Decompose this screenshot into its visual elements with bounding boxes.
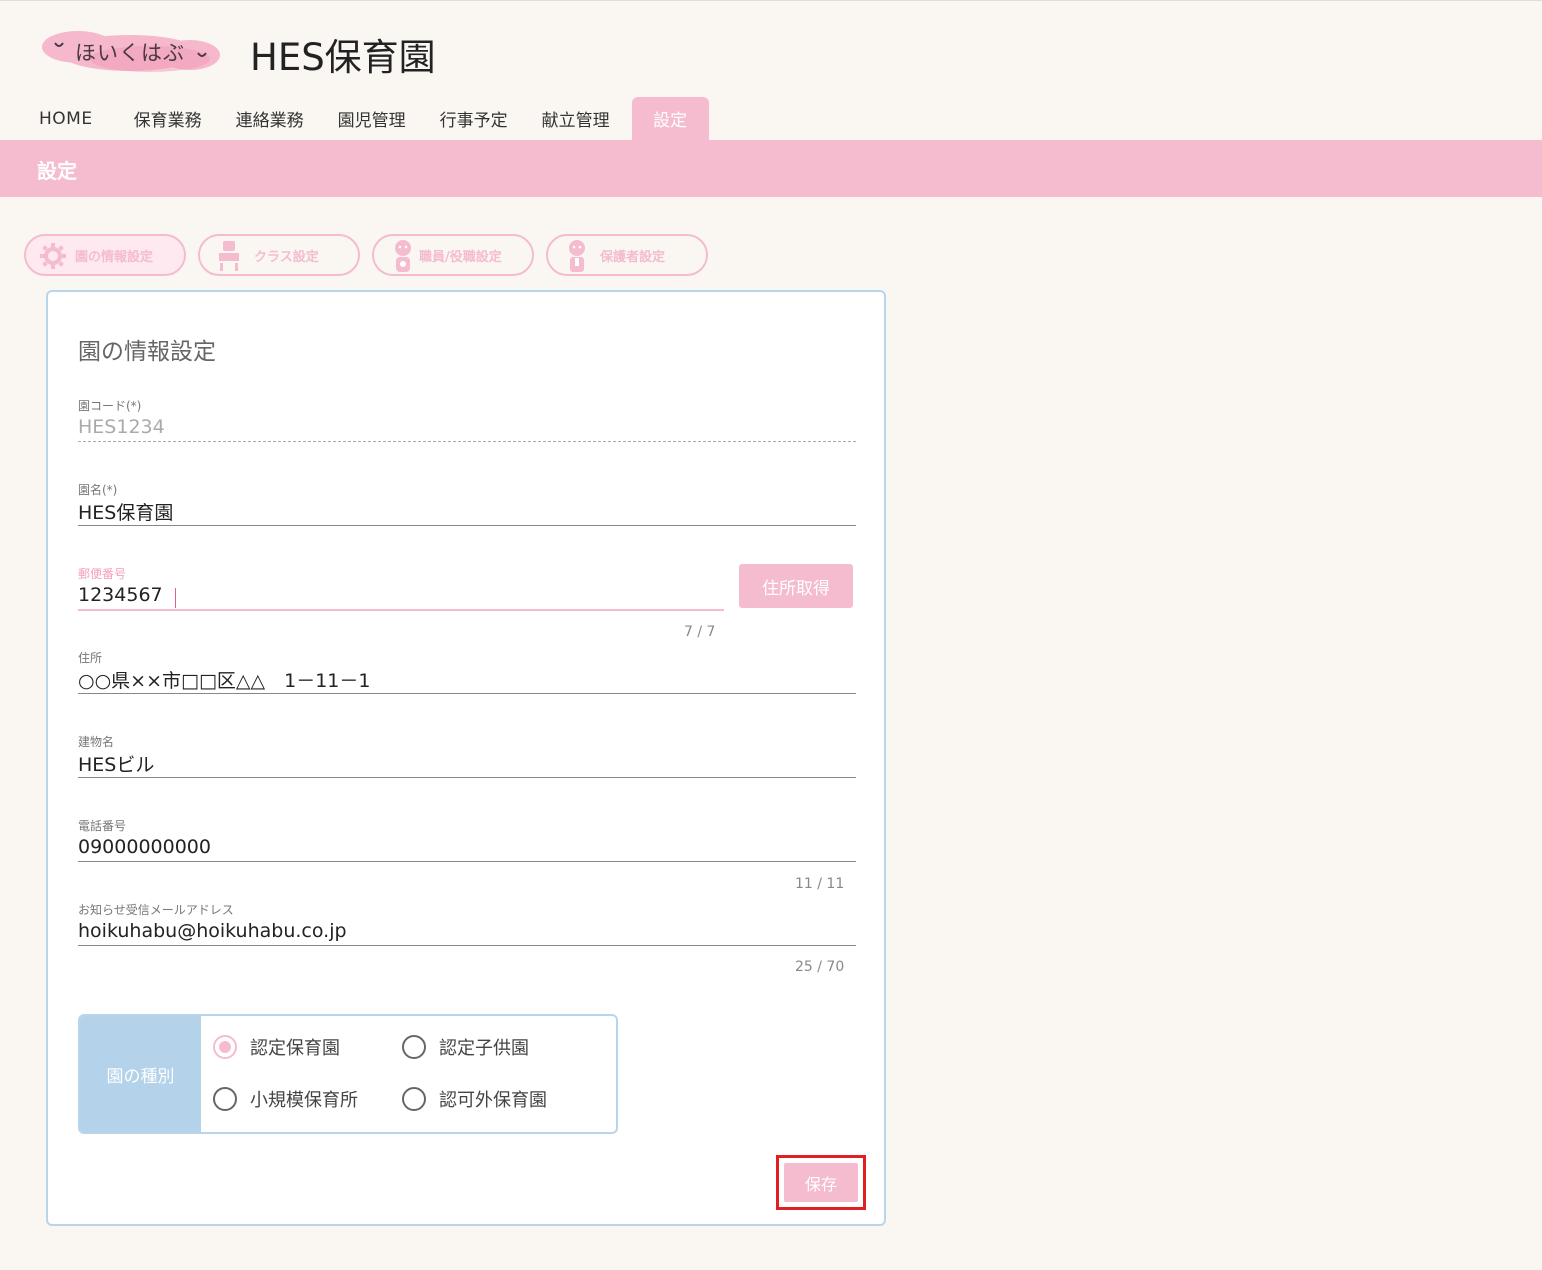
nursery-type-group: 園の種別 認定保育園 認定子供園 小規模保育所 認可外保育園	[78, 1014, 618, 1134]
field-label: 園名(*)	[78, 483, 118, 497]
radio-label: 認定保育園	[250, 1038, 340, 1059]
email-field: お知らせ受信メールアドレス	[78, 901, 856, 951]
nav-childcare-work[interactable]: 保育業務	[117, 97, 219, 140]
main-nav: HOME 保育業務 連絡業務 園児管理 行事予定 献立管理 設定	[22, 97, 709, 140]
field-underline	[78, 945, 856, 946]
subtab-nursery-info[interactable]: 園の情報設定	[24, 234, 186, 276]
nav-settings[interactable]: 設定	[631, 97, 709, 140]
radio-label: 認可外保育園	[439, 1090, 547, 1111]
card-title: 園の情報設定	[78, 339, 216, 365]
app-title: HES保育園	[250, 36, 436, 79]
staff-icon	[395, 240, 411, 272]
classroom-icon	[219, 241, 239, 271]
building-input[interactable]	[78, 749, 856, 777]
radio-circle	[213, 1035, 237, 1059]
gear-icon	[40, 243, 66, 269]
field-label: 建物名	[78, 735, 115, 749]
radio-circle	[402, 1087, 426, 1111]
nav-contact-work[interactable]: 連絡業務	[219, 97, 321, 140]
field-underline	[78, 693, 856, 694]
field-label: 電話番号	[78, 819, 127, 833]
nav-child-management[interactable]: 園児管理	[321, 97, 423, 140]
radio-circle	[402, 1035, 426, 1059]
field-underline	[78, 441, 856, 442]
nursery-name-input[interactable]	[78, 497, 856, 525]
subtab-class-settings[interactable]: クラス設定	[198, 234, 360, 276]
field-underline	[78, 861, 856, 862]
field-label: 園コード(*)	[78, 399, 142, 413]
field-label: お知らせ受信メールアドレス	[78, 903, 234, 917]
radio-label: 認定子供園	[439, 1038, 529, 1059]
address-input[interactable]	[78, 665, 856, 693]
email-input[interactable]	[78, 917, 856, 945]
radio-certified-nursery[interactable]: 認定保育園	[213, 1034, 340, 1060]
radio-unlicensed-nursery[interactable]: 認可外保育園	[402, 1086, 547, 1112]
save-highlight-frame: 保存	[776, 1155, 866, 1210]
nursery-code-input	[78, 413, 856, 441]
get-address-button[interactable]: 住所取得	[739, 564, 853, 608]
nav-home[interactable]: HOME	[22, 97, 117, 140]
address-field: 住所	[78, 649, 856, 699]
email-counter: 25 / 70	[795, 959, 845, 975]
page-title: 設定	[37, 159, 77, 183]
field-underline	[78, 777, 856, 778]
radio-small-nursery[interactable]: 小規模保育所	[213, 1086, 358, 1112]
phone-counter: 11 / 11	[795, 876, 845, 892]
radio-circle	[213, 1087, 237, 1111]
nursery-info-card: 園の情報設定 園コード(*) 園名(*) 郵便番号 7 / 7 住所取得 住所 …	[46, 290, 886, 1226]
phone-field: 電話番号	[78, 817, 856, 867]
phone-input[interactable]	[78, 833, 856, 861]
field-label: 住所	[78, 651, 103, 665]
subtab-label: 保護者設定	[600, 249, 666, 265]
nursery-type-label: 園の種別	[80, 1016, 201, 1132]
nursery-code-field: 園コード(*)	[78, 397, 856, 447]
text-caret	[175, 588, 176, 608]
field-underline	[78, 609, 724, 611]
building-field: 建物名	[78, 733, 856, 783]
logo-text: ほいくはぶ	[75, 41, 185, 65]
page-banner: 設定	[0, 140, 1542, 197]
nav-menu-management[interactable]: 献立管理	[525, 97, 627, 140]
field-label: 郵便番号	[78, 567, 127, 581]
subtab-guardian-settings[interactable]: 保護者設定	[546, 234, 708, 276]
field-underline	[78, 525, 856, 526]
guardian-icon	[569, 240, 585, 272]
subtab-label: 園の情報設定	[75, 249, 154, 265]
radio-certified-kindergarten[interactable]: 認定子供園	[402, 1034, 529, 1060]
radio-label: 小規模保育所	[250, 1090, 358, 1111]
zip-counter: 7 / 7	[684, 624, 716, 640]
save-button[interactable]: 保存	[784, 1163, 858, 1202]
subtab-label: クラス設定	[254, 249, 319, 265]
subtab-staff-settings[interactable]: 職員/役職設定	[372, 234, 534, 276]
nav-event-schedule[interactable]: 行事予定	[423, 97, 525, 140]
nursery-name-field: 園名(*)	[78, 481, 856, 531]
subtab-label: 職員/役職設定	[419, 249, 502, 265]
